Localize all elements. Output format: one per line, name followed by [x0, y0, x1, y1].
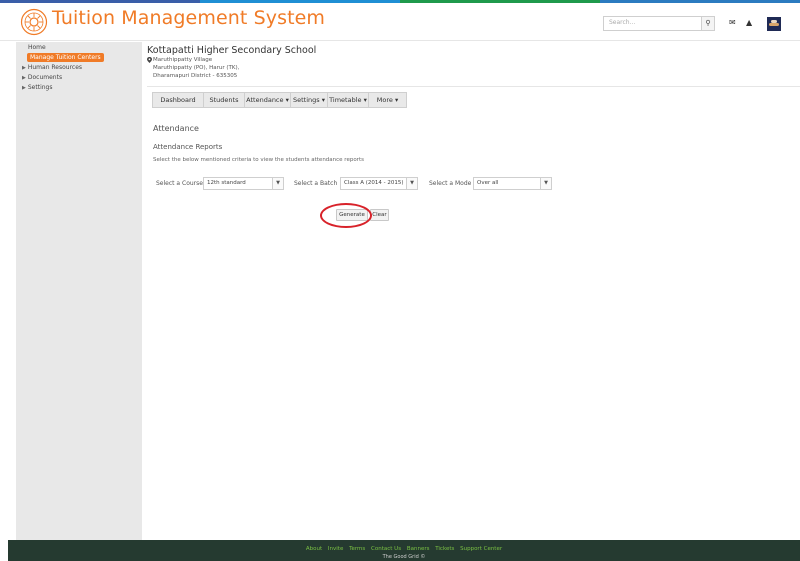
sidebar-item-home[interactable]: Home — [28, 44, 46, 52]
footer-link-invite[interactable]: Invite — [328, 546, 343, 552]
page-footer: About Invite Terms Contact Us Banners Ti… — [8, 540, 800, 561]
caret-right-icon: ▶ — [22, 85, 26, 91]
generate-button[interactable]: Generate — [336, 209, 368, 221]
map-pin-icon — [147, 57, 152, 63]
sidebar-item-label: Documents — [27, 74, 63, 81]
app-title: Tuition Management System — [52, 7, 326, 29]
nav-attendance-dropdown[interactable]: Attendance ▾ — [245, 93, 291, 107]
search-box[interactable]: Search... ⚲ — [603, 16, 715, 31]
app-header: Tuition Management System Search... ⚲ ✉ … — [0, 3, 800, 41]
nav-settings-dropdown[interactable]: Settings ▾ — [291, 93, 328, 107]
course-select-value: 12th standard — [207, 180, 246, 186]
footer-link-banners[interactable]: Banners — [407, 546, 430, 552]
chevron-down-icon: ▼ — [406, 178, 417, 189]
nav-students[interactable]: Students — [204, 93, 245, 107]
course-select[interactable]: 12th standard ▼ — [203, 177, 284, 190]
footer-link-terms[interactable]: Terms — [349, 546, 365, 552]
footer-link-support-center[interactable]: Support Center — [460, 546, 502, 552]
envelope-icon[interactable]: ✉ — [729, 18, 736, 28]
section-title: Attendance — [153, 124, 199, 133]
instruction-text: Select the below mentioned criteria to v… — [153, 157, 364, 163]
nav-dashboard[interactable]: Dashboard — [153, 93, 204, 107]
batch-select-value: Class A (2014 - 2015) — [344, 180, 404, 186]
footer-links: About Invite Terms Contact Us Banners Ti… — [8, 546, 800, 552]
sidebar-item-label: Human Resources — [27, 64, 83, 71]
batch-label: Select a Batch — [294, 180, 338, 187]
avatar-shape — [769, 23, 779, 26]
module-navbar: Dashboard Students Attendance ▾ Settings… — [152, 92, 407, 108]
sidebar-item-documents[interactable]: ▶ Documents — [22, 74, 62, 82]
caret-right-icon: ▶ — [22, 65, 26, 71]
footer-link-tickets[interactable]: Tickets — [435, 546, 454, 552]
mode-label: Select a Mode — [429, 180, 472, 187]
mode-select-value: Over all — [477, 180, 499, 186]
caret-right-icon: ▶ — [22, 75, 26, 81]
school-address-line: Maruthippatty Village — [153, 57, 213, 63]
mode-select[interactable]: Over all ▼ — [473, 177, 552, 190]
footer-link-about[interactable]: About — [306, 546, 322, 552]
school-address-line: Dharamapuri District - 635305 — [153, 73, 238, 79]
clear-button[interactable]: Clear — [370, 209, 389, 221]
subsection-title: Attendance Reports — [153, 143, 223, 151]
chevron-down-icon: ▼ — [272, 178, 283, 189]
user-avatar[interactable] — [767, 17, 781, 31]
footer-link-contact-us[interactable]: Contact Us — [371, 546, 401, 552]
school-address-line: Maruthippatty (PO), Harur (TK), — [153, 65, 240, 71]
batch-select[interactable]: Class A (2014 - 2015) ▼ — [340, 177, 418, 190]
footer-copyright: The Good Grid © — [382, 554, 426, 560]
sidebar-item-label: Settings — [27, 84, 53, 91]
sidebar-item-human-resources[interactable]: ▶ Human Resources — [22, 64, 82, 72]
nav-timetable-dropdown[interactable]: Timetable ▾ — [328, 93, 369, 107]
sidebar-item-manage-tuition-centers[interactable]: Manage Tuition Centers — [27, 53, 104, 62]
search-icon[interactable]: ⚲ — [701, 17, 714, 30]
nav-more-dropdown[interactable]: More ▾ — [369, 93, 406, 107]
divider — [147, 86, 800, 87]
sidebar: Home Manage Tuition Centers ▶ Human Resou… — [16, 42, 142, 540]
chevron-down-icon: ▼ — [540, 178, 551, 189]
course-label: Select a Course — [156, 180, 203, 187]
search-placeholder: Search... — [609, 19, 636, 26]
bell-icon[interactable]: ▲ — [746, 18, 752, 28]
sidebar-item-settings[interactable]: ▶ Settings — [22, 84, 52, 92]
sun-emblem-icon[interactable] — [20, 8, 48, 36]
school-name: Kottapatti Higher Secondary School — [147, 45, 317, 56]
